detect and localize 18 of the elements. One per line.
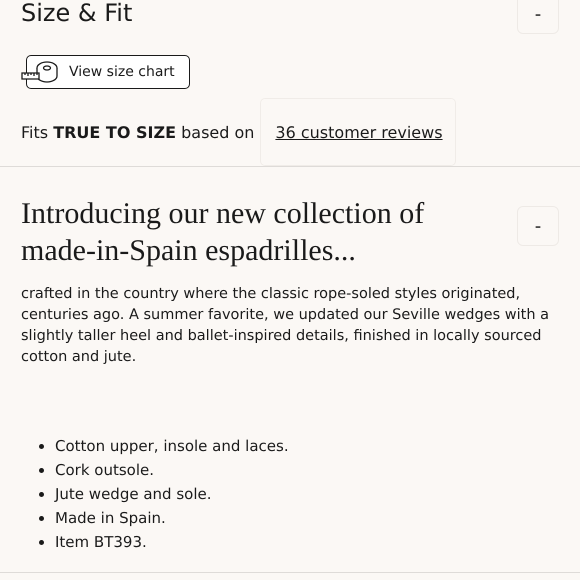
tape-measure-icon [21,60,59,84]
collapse-button[interactable]: - [517,206,559,246]
reviews-link[interactable]: 36 customer reviews [260,98,456,166]
feature-item: Cotton upper, insole and laces. [55,437,289,455]
feature-item: Made in Spain. [55,509,166,527]
description-text: crafted in the country where the classic rope-soled styles originated, centuries ago. A summer favorite, we updated our Seville wedges with a slightly taller heel and ballet-inspired details, finished in locally sourced cotton and jute. [21,285,550,367]
bullet-icon [39,468,44,472]
bullet-icon [39,492,44,496]
feature-item: Item BT393. [55,533,147,551]
bullet-icon [39,540,44,544]
fit-text: Fits TRUE TO SIZE based on [21,122,254,142]
bullet-icon [39,444,44,448]
description-heading: Introducing our new collection of made-in-Spain espadrilles... [21,196,426,269]
feature-item: Jute wedge and sole. [55,485,212,503]
bullet-icon [39,516,44,520]
feature-item: Cork outsole. [55,461,154,479]
section-title: Size & Fit [21,0,132,28]
collapse-button[interactable]: - [517,0,559,34]
